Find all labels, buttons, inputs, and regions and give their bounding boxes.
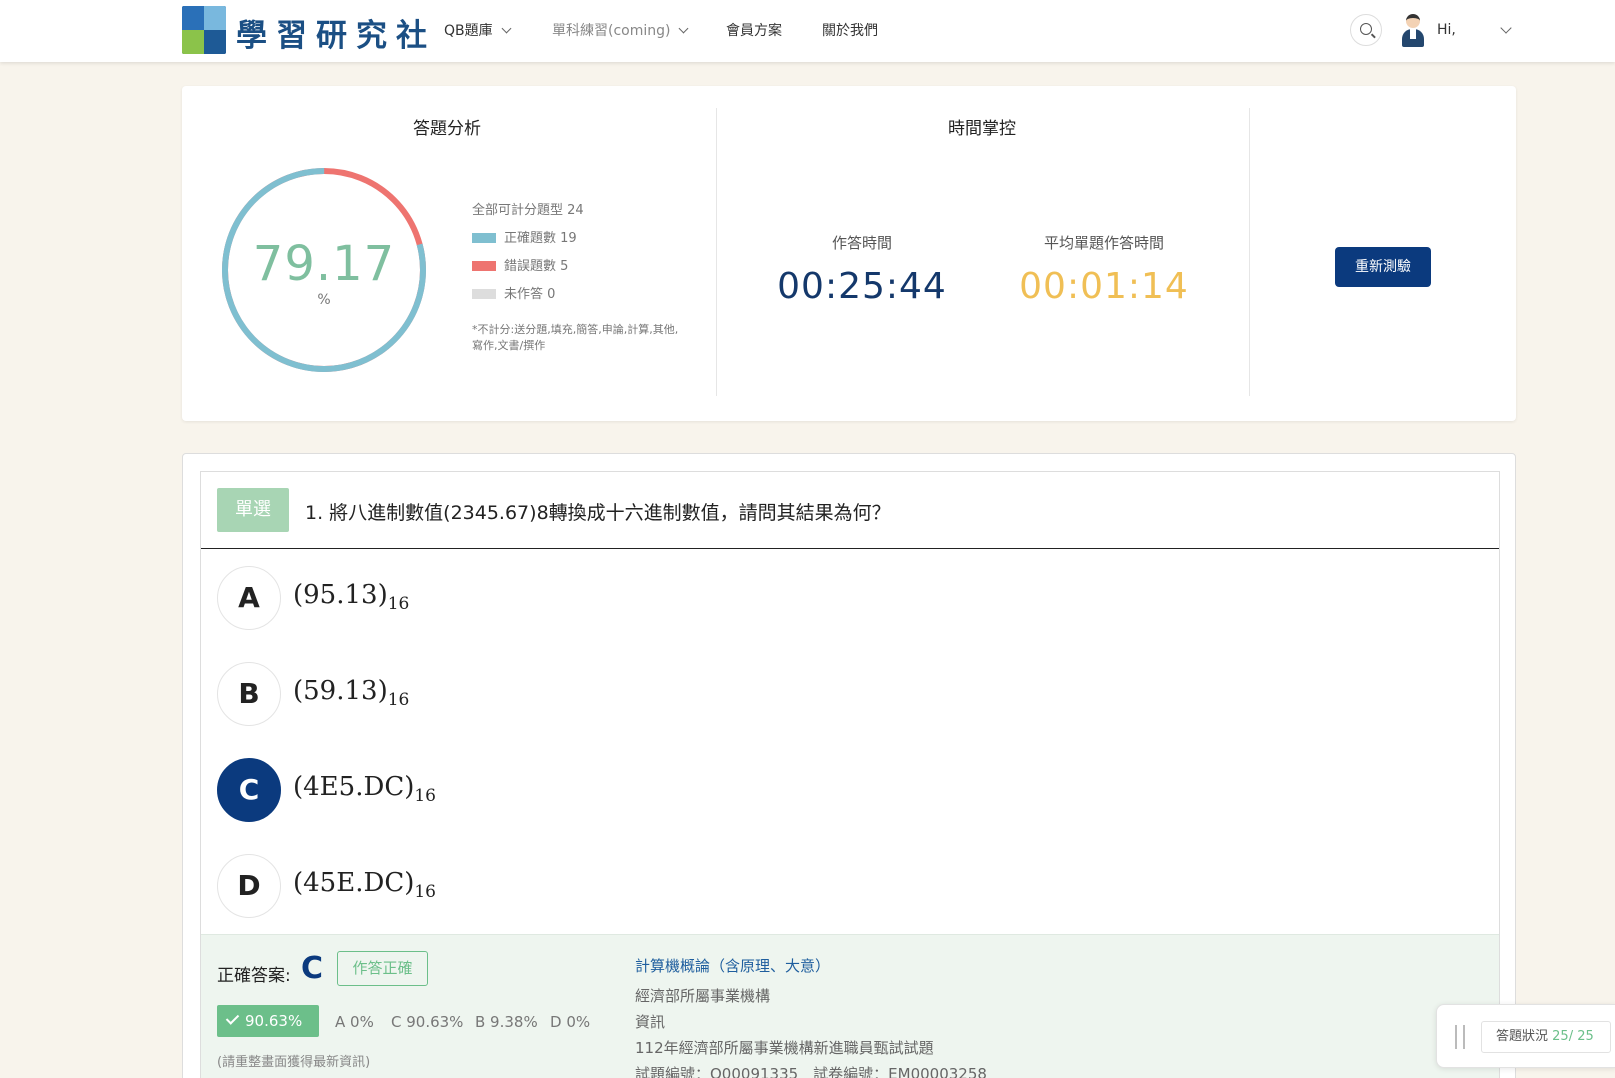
answer-status-widget: 答題狀況 25/ 25 [1436, 1004, 1615, 1068]
nav-membership[interactable]: 會員方案 [726, 20, 782, 40]
user-avatar[interactable] [1400, 12, 1426, 48]
option-text: (45E.DC)16 [293, 868, 436, 902]
option-a[interactable]: A (95.13)16 [217, 566, 1477, 630]
option-text: (59.13)16 [293, 676, 409, 710]
option-value: (4E5.DC) [293, 772, 415, 802]
user-greeting[interactable]: Hi, [1437, 22, 1456, 38]
option-value: (45E.DC) [293, 868, 415, 898]
legend-correct: 正確題數 19 [472, 227, 577, 246]
time-title: 時間掌控 [948, 119, 1016, 139]
legend-wrong: 錯誤題數 5 [472, 255, 568, 274]
retest-button[interactable]: 重新測驗 [1335, 247, 1431, 287]
meta-category: 資訊 [635, 1013, 666, 1031]
question-header: 單選 1. 將八進制數值(2345.67)8轉換成十六進制數值，請問其結果為何？ [201, 472, 1499, 549]
elapsed-time-label: 作答時間 [831, 234, 892, 252]
correct-rate-value: 90.63% [245, 1012, 303, 1030]
option-letter[interactable]: B [217, 662, 281, 726]
search-icon[interactable] [1350, 14, 1382, 46]
top-navbar: 學習研究社 QB題庫 單科練習(coming) 會員方案 關於我們 Hi, [0, 0, 1615, 62]
distribution-c: C 90.63% [391, 1013, 464, 1031]
question-type-badge: 單選 [217, 488, 289, 532]
meta-question-ids: 試題編號：Q00091335 試卷編號：EM00003258 [635, 1065, 987, 1078]
scorable-total: 全部可計分題型 24 [472, 203, 584, 218]
score-percent: 79.17 [252, 236, 396, 292]
legend-swatch-wrong [472, 260, 496, 271]
meta-exam-name: 112年經濟部所屬事業機構新進職員甄試試題 [635, 1039, 934, 1057]
answer-status-label: 答題狀況 [1496, 1029, 1549, 1044]
scoring-note: *不計分:送分題,填充,簡答,申論,計算,其他,寫作,文書/撰作 [472, 323, 679, 352]
option-b[interactable]: B (59.13)16 [217, 662, 1477, 726]
meta-organization: 經濟部所屬事業機構 [635, 987, 771, 1005]
elapsed-time-value: 00:25:44 [777, 266, 947, 307]
correct-rate-badge: 90.63% [217, 1005, 319, 1037]
legend-correct-label: 正確題數 19 [504, 231, 577, 246]
legend-wrong-label: 錯誤題數 5 [504, 259, 569, 274]
drag-handle-icon[interactable] [1455, 1025, 1465, 1049]
nav-single-subject[interactable]: 單科練習(coming) [552, 20, 689, 40]
refresh-note: (請重整畫面獲得最新資訊) [217, 1055, 371, 1070]
question-card: 單選 1. 將八進制數值(2345.67)8轉換成十六進制數值，請問其結果為何？… [200, 471, 1500, 1078]
answer-section: 正確答案: C 作答正確 90.63% A 0% C 90.63% B 9.38… [201, 934, 1499, 1078]
question-text: 1. 將八進制數值(2345.67)8轉換成十六進制數值，請問其結果為何？ [305, 502, 891, 524]
check-icon [225, 1011, 240, 1025]
site-brand[interactable]: 學習研究社 [236, 10, 436, 55]
option-letter-selected[interactable]: C [217, 758, 281, 822]
option-value: (95.13) [293, 580, 388, 610]
divider [1249, 108, 1250, 396]
option-base: 16 [387, 594, 410, 614]
option-letter[interactable]: A [217, 566, 281, 630]
analysis-title: 答題分析 [413, 119, 481, 139]
legend-swatch-unanswered [472, 288, 496, 299]
avg-time-value: 00:01:14 [1019, 266, 1189, 307]
correct-answer-letter: C [301, 951, 324, 986]
legend-unanswered-label: 未作答 0 [504, 287, 556, 302]
option-text: (4E5.DC)16 [293, 772, 436, 806]
nav-qb-bank-label: QB題庫 [444, 23, 493, 39]
option-base: 16 [414, 786, 436, 806]
subject-link[interactable]: 計算機概論（含原理、大意） [635, 955, 830, 976]
chevron-down-icon [501, 23, 512, 34]
option-letter[interactable]: D [217, 854, 281, 918]
score-percent-unit: % [317, 292, 331, 308]
option-text: (95.13)16 [293, 580, 409, 614]
divider [716, 108, 717, 396]
nav-single-subject-label: 單科練習(coming) [552, 23, 671, 39]
option-d[interactable]: D (45E.DC)16 [217, 854, 1477, 918]
distribution-b: B 9.38% [475, 1013, 538, 1031]
legend-swatch-correct [472, 232, 496, 243]
avg-time-label: 平均單題作答時間 [1043, 234, 1164, 252]
chevron-down-icon [679, 23, 689, 34]
answer-status-count: 25/ 25 [1552, 1029, 1594, 1044]
answer-correct-badge: 作答正確 [337, 951, 428, 986]
option-c[interactable]: C (4E5.DC)16 [217, 758, 1477, 822]
user-menu-chevron-down-icon[interactable] [1500, 22, 1512, 34]
nav-about-us[interactable]: 關於我們 [822, 20, 878, 40]
question-panel: 單選 1. 將八進制數值(2345.67)8轉換成十六進制數值，請問其結果為何？… [182, 453, 1516, 1078]
option-value: (59.13) [293, 676, 388, 706]
distribution-a: A 0% [335, 1013, 374, 1031]
distribution-d: D 0% [550, 1013, 591, 1031]
result-summary-card: 答題分析 79.17 % 全部可計分題型 24 正確題數 19 錯誤題數 5 未… [182, 86, 1516, 421]
option-base: 16 [387, 690, 410, 710]
legend-unanswered: 未作答 0 [472, 283, 555, 302]
answer-status-button[interactable]: 答題狀況 25/ 25 [1481, 1021, 1611, 1053]
correct-answer-label: 正確答案: [217, 966, 291, 986]
site-logo-icon[interactable] [182, 6, 226, 54]
option-base: 16 [414, 882, 436, 902]
nav-qb-bank[interactable]: QB題庫 [444, 20, 512, 40]
